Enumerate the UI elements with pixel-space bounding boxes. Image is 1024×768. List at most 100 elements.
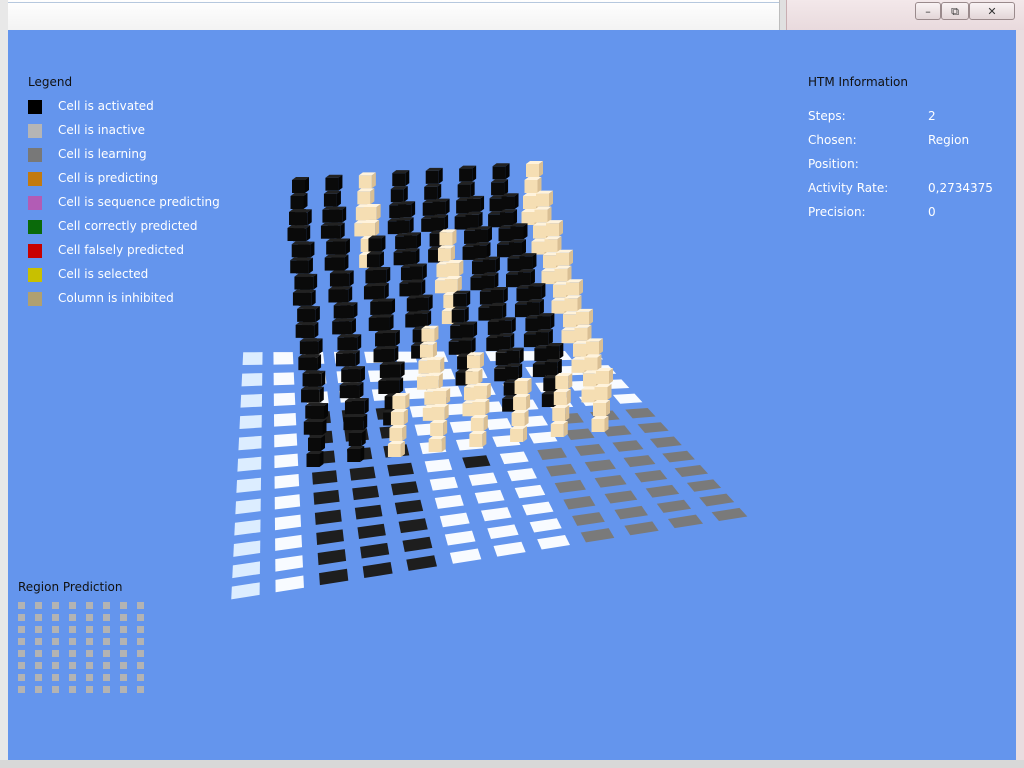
cell-cube[interactable] xyxy=(490,286,508,303)
cell-cube[interactable] xyxy=(290,193,308,209)
cell-cube[interactable] xyxy=(546,220,563,237)
cell-cube[interactable] xyxy=(362,219,380,236)
cell-cube[interactable] xyxy=(446,260,464,277)
cell-cube[interactable] xyxy=(415,294,433,311)
cell-cube[interactable] xyxy=(491,179,509,196)
cell-cube[interactable] xyxy=(346,382,364,399)
cell-cube[interactable] xyxy=(427,356,445,373)
cell-cube[interactable] xyxy=(308,370,326,387)
cell-cube[interactable] xyxy=(564,295,582,312)
cell-cube[interactable] xyxy=(467,195,485,212)
cell-cube[interactable] xyxy=(425,167,443,184)
cell-cube[interactable] xyxy=(336,270,354,287)
htm-3d-scene[interactable] xyxy=(8,30,1016,760)
cell-cube[interactable] xyxy=(566,279,583,296)
cell-cube[interactable] xyxy=(574,324,592,341)
cell-cube[interactable] xyxy=(325,174,343,191)
cell-cube[interactable] xyxy=(510,426,528,442)
cell-cube[interactable] xyxy=(386,377,404,394)
cell-cube[interactable] xyxy=(591,416,609,432)
cell-cube[interactable] xyxy=(535,329,553,346)
cell-cube[interactable] xyxy=(335,286,353,303)
cell-cube[interactable] xyxy=(403,232,421,249)
cell-cube[interactable] xyxy=(505,363,523,380)
cell-cube[interactable] xyxy=(555,373,573,389)
cell-cube[interactable] xyxy=(437,245,455,262)
cell-cube[interactable] xyxy=(301,322,319,339)
cell-cube[interactable] xyxy=(526,161,543,177)
cell-cube[interactable] xyxy=(466,352,484,369)
cell-cube[interactable] xyxy=(506,347,524,364)
cell-cube[interactable] xyxy=(510,223,528,240)
cell-cube[interactable] xyxy=(514,378,532,394)
cell-cube[interactable] xyxy=(519,253,537,270)
cell-cube[interactable] xyxy=(544,359,562,376)
cell-cube[interactable] xyxy=(347,446,365,462)
cell-cube[interactable] xyxy=(390,409,408,425)
cell-cube[interactable] xyxy=(593,400,610,416)
cell-cube[interactable] xyxy=(528,283,546,300)
cell-cube[interactable] xyxy=(497,333,515,350)
cell-cube[interactable] xyxy=(431,214,449,231)
cell-cube[interactable] xyxy=(387,361,405,378)
cell-cube[interactable] xyxy=(357,188,375,205)
cell-cube[interactable] xyxy=(419,341,437,358)
cell-cube[interactable] xyxy=(576,308,593,325)
cell-cube[interactable] xyxy=(586,338,603,355)
cell-cube[interactable] xyxy=(329,206,347,223)
cell-cube[interactable] xyxy=(474,226,492,243)
cell-cube[interactable] xyxy=(350,414,368,430)
cell-cube[interactable] xyxy=(430,420,448,436)
cell-cube[interactable] xyxy=(408,279,426,296)
cell-cube[interactable] xyxy=(402,248,420,265)
cell-cube[interactable] xyxy=(459,165,477,182)
cell-cube[interactable] xyxy=(366,251,384,268)
cell-cube[interactable] xyxy=(550,421,568,437)
cell-cube[interactable] xyxy=(298,289,316,306)
cell-cube[interactable] xyxy=(544,236,562,253)
cell-cube[interactable] xyxy=(457,181,475,198)
cell-cube[interactable] xyxy=(306,451,324,467)
cell-cube[interactable] xyxy=(472,399,490,415)
cell-cube[interactable] xyxy=(424,183,442,200)
cell-cube[interactable] xyxy=(469,431,487,447)
cell-cube[interactable] xyxy=(433,388,451,404)
cell-cube[interactable] xyxy=(368,235,386,252)
cell-cube[interactable] xyxy=(501,193,519,210)
cell-cube[interactable] xyxy=(387,441,405,457)
cell-cube[interactable] xyxy=(351,398,369,414)
cell-cube[interactable] xyxy=(465,368,483,385)
close-button[interactable]: ✕ xyxy=(969,2,1015,20)
cell-cube[interactable] xyxy=(398,201,416,218)
cell-cube[interactable] xyxy=(439,229,457,246)
cell-cube[interactable] xyxy=(481,272,499,289)
cell-cube[interactable] xyxy=(414,310,432,327)
cell-cube[interactable] xyxy=(489,302,507,319)
cell-cube[interactable] xyxy=(295,257,313,274)
cell-cube[interactable] xyxy=(451,306,469,323)
cell-cube[interactable] xyxy=(305,338,323,355)
cell-cube[interactable] xyxy=(537,313,555,330)
minimize-button[interactable]: – xyxy=(915,2,941,20)
cell-cube[interactable] xyxy=(508,239,526,256)
cell-cube[interactable] xyxy=(458,337,476,354)
cell-cube[interactable] xyxy=(306,386,324,403)
cell-cube[interactable] xyxy=(347,366,365,383)
cell-cube[interactable] xyxy=(381,345,399,362)
cell-cube[interactable] xyxy=(584,354,602,371)
cell-cube[interactable] xyxy=(500,209,518,226)
cell-cube[interactable] xyxy=(371,282,389,299)
cell-cube[interactable] xyxy=(513,394,531,410)
cell-cube[interactable] xyxy=(421,325,439,342)
cell-cube[interactable] xyxy=(552,405,570,421)
cell-cube[interactable] xyxy=(348,430,366,446)
cell-cube[interactable] xyxy=(594,384,612,400)
cell-cube[interactable] xyxy=(323,190,341,207)
cell-cube[interactable] xyxy=(294,209,312,226)
cell-cube[interactable] xyxy=(534,206,552,223)
cell-cube[interactable] xyxy=(473,242,491,259)
cell-cube[interactable] xyxy=(338,318,356,335)
cell-cube[interactable] xyxy=(536,190,553,207)
cell-cube[interactable] xyxy=(297,241,315,258)
cell-cube[interactable] xyxy=(409,263,427,280)
